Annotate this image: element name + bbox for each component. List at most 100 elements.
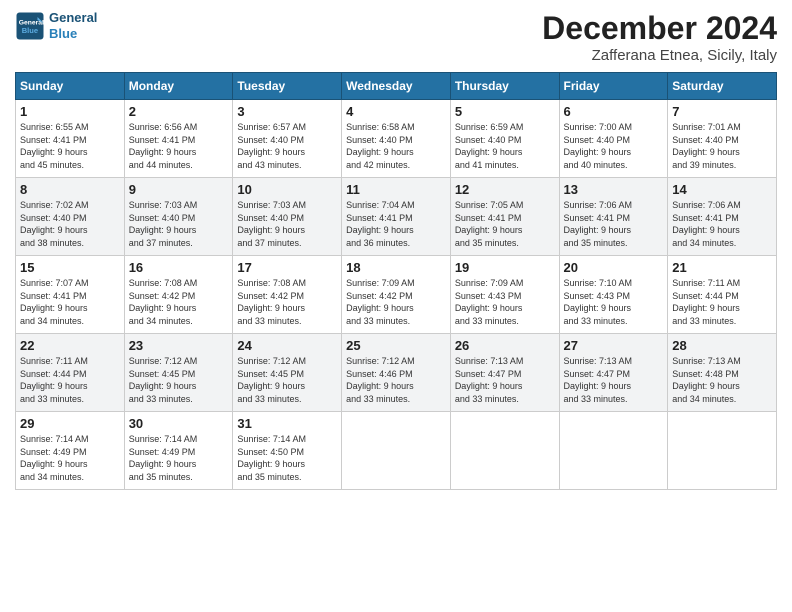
page-container: General Blue General Blue December 2024 … xyxy=(0,0,792,500)
day-number: 25 xyxy=(346,338,446,353)
calendar-week-row: 1Sunrise: 6:55 AMSunset: 4:41 PMDaylight… xyxy=(16,100,777,178)
calendar-cell xyxy=(342,412,451,490)
calendar-cell: 26 Sunrise: 7:13 AMSunset: 4:47 PMDayligh… xyxy=(450,334,559,412)
weekday-header-friday: Friday xyxy=(559,73,668,100)
day-number: 24 xyxy=(237,338,337,353)
day-info: Sunrise: 7:01 AMSunset: 4:40 PMDaylight:… xyxy=(672,121,772,171)
day-number: 12 xyxy=(455,182,555,197)
calendar-cell: 20 Sunrise: 7:10 AMSunset: 4:43 PMDayligh… xyxy=(559,256,668,334)
calendar-cell: 13 Sunrise: 7:06 AMSunset: 4:41 PMDayligh… xyxy=(559,178,668,256)
calendar-cell: 3Sunrise: 6:57 AMSunset: 4:40 PMDaylight… xyxy=(233,100,342,178)
day-info: Sunrise: 7:06 AMSunset: 4:41 PMDaylight:… xyxy=(564,199,664,249)
calendar-cell: 4 Sunrise: 6:58 AMSunset: 4:40 PMDaylight… xyxy=(342,100,451,178)
calendar-cell: 18Sunrise: 7:09 AMSunset: 4:42 PMDayligh… xyxy=(342,256,451,334)
month-title: December 2024 xyxy=(542,10,777,47)
day-info: Sunrise: 7:09 AMSunset: 4:42 PMDaylight:… xyxy=(346,277,446,327)
day-number: 14 xyxy=(672,182,772,197)
day-info: Sunrise: 7:13 AMSunset: 4:47 PMDaylight:… xyxy=(455,355,555,405)
day-number: 2 xyxy=(129,104,229,119)
day-info: Sunrise: 7:04 AMSunset: 4:41 PMDaylight:… xyxy=(346,199,446,249)
day-info: Sunrise: 7:13 AMSunset: 4:48 PMDaylight:… xyxy=(672,355,772,405)
svg-text:Blue: Blue xyxy=(22,25,38,34)
logo-icon: General Blue xyxy=(15,11,45,41)
calendar-cell xyxy=(668,412,777,490)
weekday-header-monday: Monday xyxy=(124,73,233,100)
day-number: 20 xyxy=(564,260,664,275)
logo: General Blue General Blue xyxy=(15,10,97,41)
calendar-cell: 10 Sunrise: 7:03 AMSunset: 4:40 PMDayligh… xyxy=(233,178,342,256)
location-subtitle: Zafferana Etnea, Sicily, Italy xyxy=(542,47,777,64)
day-info: Sunrise: 6:59 AMSunset: 4:40 PMDaylight:… xyxy=(455,121,555,171)
calendar-cell: 21Sunrise: 7:11 AMSunset: 4:44 PMDayligh… xyxy=(668,256,777,334)
calendar-cell xyxy=(450,412,559,490)
calendar-week-row: 15Sunrise: 7:07 AMSunset: 4:41 PMDayligh… xyxy=(16,256,777,334)
day-number: 31 xyxy=(237,416,337,431)
day-info: Sunrise: 7:12 AMSunset: 4:46 PMDaylight:… xyxy=(346,355,446,405)
day-info: Sunrise: 7:03 AMSunset: 4:40 PMDaylight:… xyxy=(129,199,229,249)
weekday-header-wednesday: Wednesday xyxy=(342,73,451,100)
calendar-cell: 14 Sunrise: 7:06 AMSunset: 4:41 PMDayligh… xyxy=(668,178,777,256)
day-info: Sunrise: 7:13 AMSunset: 4:47 PMDaylight:… xyxy=(564,355,664,405)
weekday-header-thursday: Thursday xyxy=(450,73,559,100)
calendar-cell: 31Sunrise: 7:14 AMSunset: 4:50 PMDayligh… xyxy=(233,412,342,490)
calendar-cell: 7 Sunrise: 7:01 AMSunset: 4:40 PMDaylight… xyxy=(668,100,777,178)
calendar-cell: 6 Sunrise: 7:00 AMSunset: 4:40 PMDaylight… xyxy=(559,100,668,178)
calendar-table: SundayMondayTuesdayWednesdayThursdayFrid… xyxy=(15,72,777,490)
calendar-body: 1Sunrise: 6:55 AMSunset: 4:41 PMDaylight… xyxy=(16,100,777,490)
title-block: December 2024 Zafferana Etnea, Sicily, I… xyxy=(542,10,777,64)
day-number: 4 xyxy=(346,104,446,119)
calendar-cell: 2Sunrise: 6:56 AMSunset: 4:41 PMDaylight… xyxy=(124,100,233,178)
logo-text-blue: Blue xyxy=(49,26,97,42)
calendar-week-row: 8Sunrise: 7:02 AMSunset: 4:40 PMDaylight… xyxy=(16,178,777,256)
calendar-cell: 1Sunrise: 6:55 AMSunset: 4:41 PMDaylight… xyxy=(16,100,125,178)
calendar-cell: 11 Sunrise: 7:04 AMSunset: 4:41 PMDayligh… xyxy=(342,178,451,256)
day-number: 27 xyxy=(564,338,664,353)
calendar-cell: 25 Sunrise: 7:12 AMSunset: 4:46 PMDayligh… xyxy=(342,334,451,412)
day-info: Sunrise: 7:14 AMSunset: 4:49 PMDaylight:… xyxy=(129,433,229,483)
calendar-cell: 29Sunrise: 7:14 AMSunset: 4:49 PMDayligh… xyxy=(16,412,125,490)
weekday-header-row: SundayMondayTuesdayWednesdayThursdayFrid… xyxy=(16,73,777,100)
day-number: 28 xyxy=(672,338,772,353)
weekday-header-tuesday: Tuesday xyxy=(233,73,342,100)
day-number: 8 xyxy=(20,182,120,197)
day-number: 16 xyxy=(129,260,229,275)
day-info: Sunrise: 7:06 AMSunset: 4:41 PMDaylight:… xyxy=(672,199,772,249)
calendar-cell: 27 Sunrise: 7:13 AMSunset: 4:47 PMDayligh… xyxy=(559,334,668,412)
calendar-cell: 24 Sunrise: 7:12 AMSunset: 4:45 PMDayligh… xyxy=(233,334,342,412)
calendar-cell: 30 Sunrise: 7:14 AMSunset: 4:49 PMDayligh… xyxy=(124,412,233,490)
day-number: 23 xyxy=(129,338,229,353)
calendar-cell xyxy=(559,412,668,490)
day-info: Sunrise: 7:09 AMSunset: 4:43 PMDaylight:… xyxy=(455,277,555,327)
day-number: 26 xyxy=(455,338,555,353)
calendar-cell: 23Sunrise: 7:12 AMSunset: 4:45 PMDayligh… xyxy=(124,334,233,412)
day-info: Sunrise: 7:07 AMSunset: 4:41 PMDaylight:… xyxy=(20,277,120,327)
header: General Blue General Blue December 2024 … xyxy=(15,10,777,64)
day-info: Sunrise: 7:10 AMSunset: 4:43 PMDaylight:… xyxy=(564,277,664,327)
day-number: 6 xyxy=(564,104,664,119)
day-info: Sunrise: 7:00 AMSunset: 4:40 PMDaylight:… xyxy=(564,121,664,171)
day-info: Sunrise: 7:11 AMSunset: 4:44 PMDaylight:… xyxy=(20,355,120,405)
day-info: Sunrise: 6:57 AMSunset: 4:40 PMDaylight:… xyxy=(237,121,337,171)
day-number: 10 xyxy=(237,182,337,197)
day-number: 22 xyxy=(20,338,120,353)
day-number: 7 xyxy=(672,104,772,119)
day-info: Sunrise: 7:05 AMSunset: 4:41 PMDaylight:… xyxy=(455,199,555,249)
weekday-header-sunday: Sunday xyxy=(16,73,125,100)
calendar-cell: 5Sunrise: 6:59 AMSunset: 4:40 PMDaylight… xyxy=(450,100,559,178)
day-number: 30 xyxy=(129,416,229,431)
calendar-cell: 19 Sunrise: 7:09 AMSunset: 4:43 PMDayligh… xyxy=(450,256,559,334)
calendar-cell: 16Sunrise: 7:08 AMSunset: 4:42 PMDayligh… xyxy=(124,256,233,334)
day-info: Sunrise: 6:58 AMSunset: 4:40 PMDaylight:… xyxy=(346,121,446,171)
day-number: 1 xyxy=(20,104,120,119)
day-info: Sunrise: 7:12 AMSunset: 4:45 PMDaylight:… xyxy=(237,355,337,405)
day-info: Sunrise: 7:11 AMSunset: 4:44 PMDaylight:… xyxy=(672,277,772,327)
day-info: Sunrise: 7:03 AMSunset: 4:40 PMDaylight:… xyxy=(237,199,337,249)
day-number: 29 xyxy=(20,416,120,431)
logo-text-general: General xyxy=(49,10,97,26)
day-number: 13 xyxy=(564,182,664,197)
calendar-cell: 15Sunrise: 7:07 AMSunset: 4:41 PMDayligh… xyxy=(16,256,125,334)
day-number: 19 xyxy=(455,260,555,275)
day-number: 11 xyxy=(346,182,446,197)
calendar-cell: 28 Sunrise: 7:13 AMSunset: 4:48 PMDayligh… xyxy=(668,334,777,412)
calendar-cell: 12 Sunrise: 7:05 AMSunset: 4:41 PMDayligh… xyxy=(450,178,559,256)
